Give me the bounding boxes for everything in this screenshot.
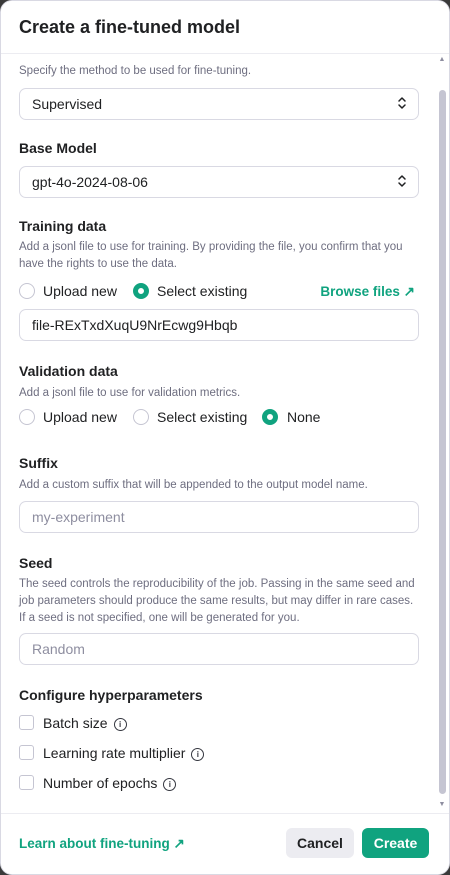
- browse-files-link[interactable]: Browse files ↗: [320, 284, 415, 300]
- batch-size-checkbox[interactable]: [19, 715, 34, 730]
- validation-upload-new-radio[interactable]: [19, 409, 35, 425]
- base-model-select-value: gpt-4o-2024-08-06: [32, 174, 148, 190]
- learn-fine-tuning-link[interactable]: Learn about fine-tuning ↗: [19, 836, 185, 852]
- create-button[interactable]: Create: [362, 828, 429, 858]
- learning-rate-row[interactable]: Learning rate multiplier i: [43, 745, 205, 761]
- training-upload-new-label[interactable]: Upload new: [43, 283, 117, 299]
- training-data-label: Training data: [19, 218, 107, 234]
- info-icon[interactable]: i: [113, 718, 127, 731]
- learning-rate-checkbox[interactable]: [19, 745, 34, 760]
- training-select-existing-label[interactable]: Select existing: [157, 283, 247, 299]
- info-icon[interactable]: i: [163, 778, 177, 791]
- training-data-description: Add a jsonl file to use for training. By…: [19, 241, 403, 270]
- method-select[interactable]: Supervised: [19, 88, 419, 120]
- scroll-arrow-icon[interactable]: ▼: [438, 801, 446, 809]
- seed-description: The seed controls the reproducibility of…: [19, 578, 415, 624]
- suffix-description: Add a custom suffix that will be appende…: [19, 479, 368, 491]
- batch-size-label: Batch size: [43, 715, 108, 731]
- modal-body[interactable]: Method Specify the method to be used for…: [1, 1, 449, 813]
- epochs-checkbox[interactable]: [19, 775, 34, 790]
- validation-none-label[interactable]: None: [287, 409, 320, 425]
- training-select-existing-radio[interactable]: [133, 283, 149, 299]
- modal-footer: Learn about fine-tuning ↗ Cancel Create: [1, 813, 449, 874]
- modal-title: Create a fine-tuned model: [19, 17, 241, 37]
- validation-upload-new-label[interactable]: Upload new: [43, 409, 117, 425]
- seed-label: Seed: [19, 555, 53, 571]
- validation-data-description: Add a jsonl file to use for validation m…: [19, 387, 241, 399]
- validation-select-existing-radio[interactable]: [133, 409, 149, 425]
- suffix-label: Suffix: [19, 455, 58, 471]
- modal-header: Create a fine-tuned model: [1, 1, 449, 54]
- batch-size-row[interactable]: Batch size i: [43, 715, 127, 731]
- method-select-value: Supervised: [32, 96, 103, 112]
- chevron-updown-icon: [398, 97, 406, 109]
- scrollbar[interactable]: ▲ ▼: [438, 56, 446, 809]
- epochs-row[interactable]: Number of epochs i: [43, 775, 177, 791]
- validation-none-radio[interactable]: [262, 409, 278, 425]
- scroll-arrow-icon[interactable]: ▲: [438, 56, 446, 64]
- scroll-thumb[interactable]: [439, 90, 446, 794]
- hyperparameters-label: Configure hyperparameters: [19, 687, 203, 703]
- suffix-input[interactable]: my-experiment: [19, 501, 419, 533]
- base-model-label: Base Model: [19, 140, 97, 156]
- chevron-updown-icon: [398, 175, 406, 187]
- cancel-button[interactable]: Cancel: [286, 828, 354, 858]
- validation-data-radio-group: Upload new Select existing None: [19, 408, 359, 428]
- seed-input[interactable]: Random: [19, 633, 419, 665]
- suffix-placeholder: my-experiment: [32, 509, 125, 525]
- validation-select-existing-label[interactable]: Select existing: [157, 409, 247, 425]
- epochs-label: Number of epochs: [43, 775, 158, 791]
- training-file-value: file-RExTxdXuqU9NrEcwg9Hbqb: [32, 317, 238, 333]
- validation-data-label: Validation data: [19, 363, 118, 379]
- base-model-select[interactable]: gpt-4o-2024-08-06: [19, 166, 419, 198]
- training-data-radio-group: Upload new Select existing: [19, 282, 319, 302]
- seed-placeholder: Random: [32, 641, 85, 657]
- training-file-input[interactable]: file-RExTxdXuqU9NrEcwg9Hbqb: [19, 309, 419, 341]
- training-upload-new-radio[interactable]: [19, 283, 35, 299]
- info-icon[interactable]: i: [191, 748, 205, 761]
- learning-rate-label: Learning rate multiplier: [43, 745, 186, 761]
- method-description: Specify the method to be used for fine-t…: [19, 65, 252, 77]
- fine-tune-modal: Method Specify the method to be used for…: [0, 0, 450, 875]
